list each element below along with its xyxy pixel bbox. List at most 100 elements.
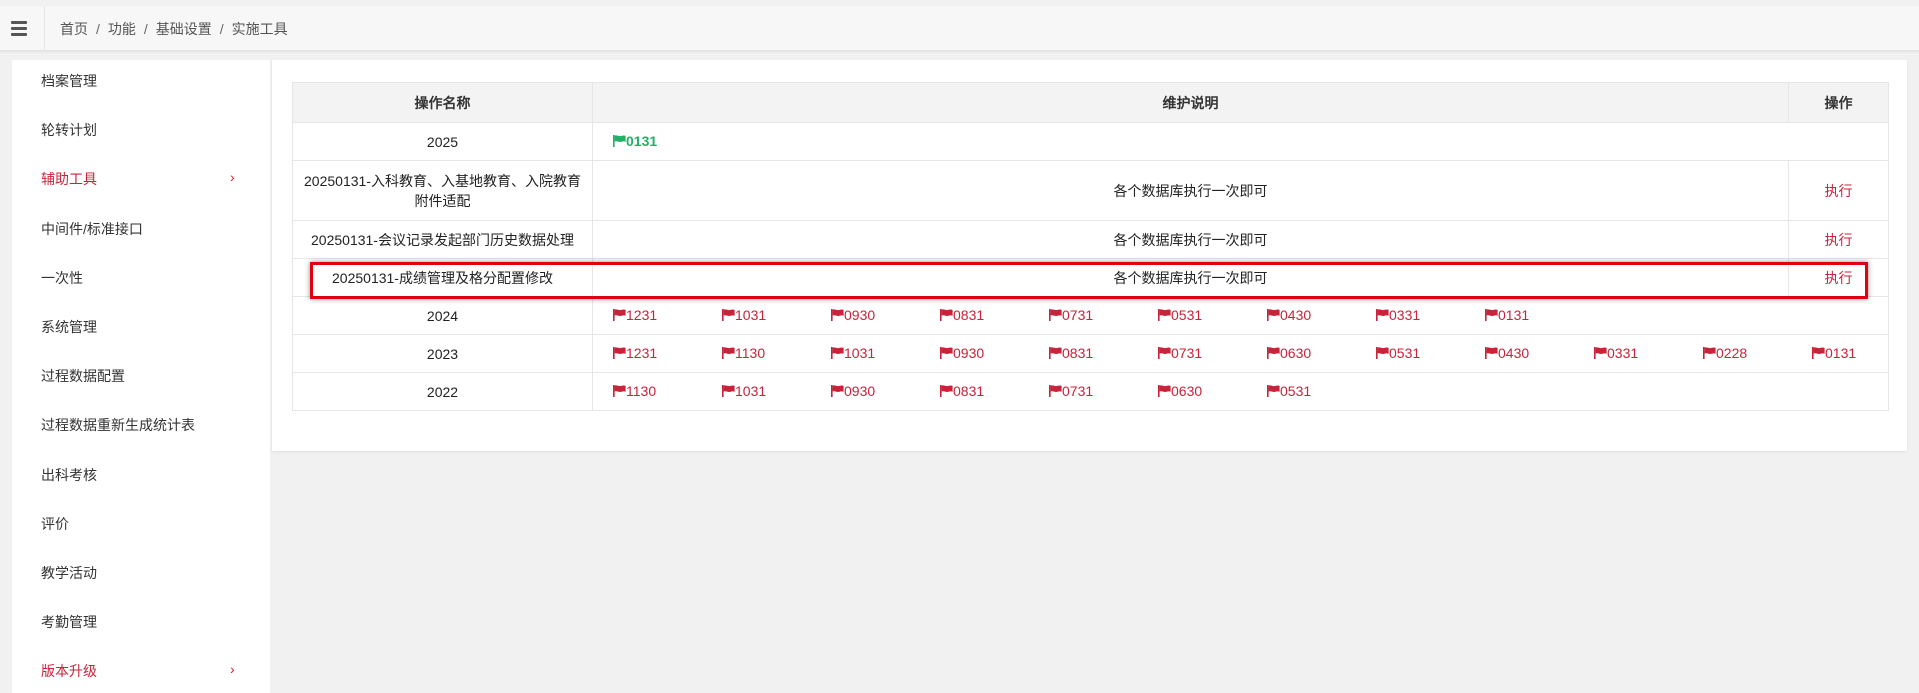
version-flag-link[interactable]: 0430	[1267, 307, 1311, 323]
flag-icon	[1049, 347, 1062, 359]
flag-icon	[831, 309, 844, 321]
version-flag-link[interactable]: 0331	[1376, 307, 1420, 323]
version-flag-label: 0531	[1389, 345, 1421, 361]
sidebar-item-label: 一次性	[41, 269, 83, 286]
operation-cell: 执行	[1788, 220, 1889, 259]
version-flag-link[interactable]: 1231	[613, 345, 657, 361]
version-flag-label: 0731	[1062, 383, 1094, 399]
breadcrumb-basic-settings[interactable]: 基础设置	[156, 21, 212, 37]
version-flag-label: 0430	[1498, 345, 1530, 361]
table-row-year: 2024 1231 1031 0930 0831 0731 0531 0430 0331 0131	[292, 296, 1889, 335]
sidebar-item[interactable]: 档案管理	[12, 60, 270, 100]
version-flag-link[interactable]: 0831	[940, 307, 984, 323]
sidebar-item[interactable]: 教学活动	[12, 552, 270, 592]
flag-icon	[1158, 309, 1171, 321]
flag-icon	[940, 347, 953, 359]
version-flag-label: 0331	[1607, 345, 1639, 361]
version-flag-link[interactable]: 0630	[1267, 345, 1311, 361]
sidebar-item[interactable]: 版本升级 ›	[12, 650, 270, 690]
breadcrumb-function[interactable]: 功能	[108, 21, 136, 37]
version-flag-link[interactable]: 0430	[1485, 345, 1529, 361]
flag-icon	[1267, 385, 1280, 397]
table-row-year: 2025 0131	[292, 122, 1889, 161]
version-flag-label: 1031	[735, 307, 767, 323]
version-flag-label: 0731	[1062, 307, 1094, 323]
version-flag-label: 0831	[953, 383, 985, 399]
sidebar-item[interactable]: 系统管理	[12, 306, 270, 346]
flag-icon	[1376, 347, 1389, 359]
version-flag-link[interactable]: 0930	[831, 307, 875, 323]
version-flag-label: 0630	[1171, 383, 1203, 399]
sidebar-item[interactable]: 评价	[12, 503, 270, 543]
version-flag-link[interactable]: 0831	[940, 383, 984, 399]
sidebar-item[interactable]: 过程数据重新生成统计表	[12, 404, 270, 444]
version-flag-link[interactable]: 1031	[722, 307, 766, 323]
execute-link[interactable]: 执行	[1825, 183, 1853, 199]
chevron-right-icon: ›	[230, 661, 235, 678]
version-flag-link[interactable]: 0831	[1049, 345, 1093, 361]
version-flag-label: 0331	[1389, 307, 1421, 323]
version-flag-link[interactable]: 1031	[722, 383, 766, 399]
version-flag-link[interactable]: 0731	[1158, 345, 1202, 361]
table-row-operation: 20250131-入科教育、入基地教育、入院教育 附件适配 各个数据库执行一次即可执…	[292, 160, 1889, 221]
version-flag-link[interactable]: 0131	[1485, 307, 1529, 323]
version-flag-link[interactable]: 0731	[1049, 383, 1093, 399]
sidebar-item-label: 辅助工具	[41, 171, 97, 188]
execute-link[interactable]: 执行	[1825, 270, 1853, 286]
flag-icon	[1376, 309, 1389, 321]
execute-link[interactable]: 执行	[1825, 232, 1853, 248]
version-flag-link[interactable]: 0531	[1376, 345, 1420, 361]
version-flag-label: 0131	[626, 133, 658, 149]
topbar-divider	[44, 6, 45, 50]
version-flag-link[interactable]: 0930	[940, 345, 984, 361]
flag-icon	[831, 385, 844, 397]
sidebar-item[interactable]: 过程数据配置	[12, 355, 270, 395]
sidebar-item[interactable]: 考勤管理	[12, 601, 270, 641]
version-flag-label: 1031	[735, 383, 767, 399]
version-flag-link[interactable]: 1130	[722, 345, 765, 361]
hamburger-menu-icon[interactable]	[9, 19, 29, 37]
breadcrumb-implementation-tools: 实施工具	[231, 21, 288, 37]
version-flag-link[interactable]: 0331	[1594, 345, 1638, 361]
version-flag-link[interactable]: 0228	[1703, 345, 1747, 361]
operation-name-cell: 20250131-会议记录发起部门历史数据处理	[292, 220, 593, 259]
version-flag-link[interactable]: 0131	[1812, 345, 1856, 361]
version-flag-link[interactable]: 1130	[613, 383, 656, 399]
version-flag-label: 0930	[953, 345, 985, 361]
version-flag-label: 0831	[1062, 345, 1094, 361]
breadcrumb-home[interactable]: 首页	[60, 21, 88, 37]
sidebar-item[interactable]: 一次性	[12, 257, 270, 297]
version-flag-link[interactable]: 0731	[1049, 307, 1093, 323]
flag-icon	[1267, 309, 1280, 321]
version-flag-label: 0430	[1280, 307, 1312, 323]
table-row-operation: 20250131-会议记录发起部门历史数据处理 各个数据库执行一次即可 执行	[292, 220, 1889, 259]
version-flag-link[interactable]: 1231	[613, 307, 657, 323]
flag-icon	[722, 309, 735, 321]
version-flag-link[interactable]: 0531	[1267, 383, 1311, 399]
version-flag-link[interactable]: 1031	[831, 345, 875, 361]
flag-icon	[1812, 347, 1825, 359]
version-flag-link[interactable]: 0131	[613, 133, 657, 149]
operation-cell: 执行	[1788, 258, 1889, 297]
year-cell: 2024	[292, 296, 593, 335]
sidebar-item[interactable]: 轮转计划	[12, 109, 270, 149]
version-flag-label: 0630	[1280, 345, 1312, 361]
sidebar-item-label: 出科考核	[41, 466, 97, 483]
flag-icon	[613, 309, 626, 321]
flag-icon	[1158, 347, 1171, 359]
version-flag-label: 1130	[735, 345, 766, 361]
version-flag-link[interactable]: 0930	[831, 383, 875, 399]
version-flag-link[interactable]: 0531	[1158, 307, 1202, 323]
sidebar-item[interactable]: 出科考核	[12, 454, 270, 494]
flag-icon	[1485, 309, 1498, 321]
header-maintenance-desc: 维护说明	[592, 82, 1789, 123]
flag-icon	[613, 135, 626, 147]
chevron-right-icon: ›	[230, 169, 235, 186]
sidebar-item[interactable]: 辅助工具 ›	[12, 158, 270, 198]
maintenance-desc-cell: 各个数据库执行一次即可	[592, 160, 1789, 221]
sidebar-item[interactable]: 中间件/标准接口	[12, 208, 270, 248]
breadcrumb: 首页 / 功能 / 基础设置 / 实施工具	[60, 21, 288, 37]
version-flag-link[interactable]: 0630	[1158, 383, 1202, 399]
flag-icon	[1703, 347, 1716, 359]
sidebar-item-label: 过程数据配置	[41, 368, 125, 385]
